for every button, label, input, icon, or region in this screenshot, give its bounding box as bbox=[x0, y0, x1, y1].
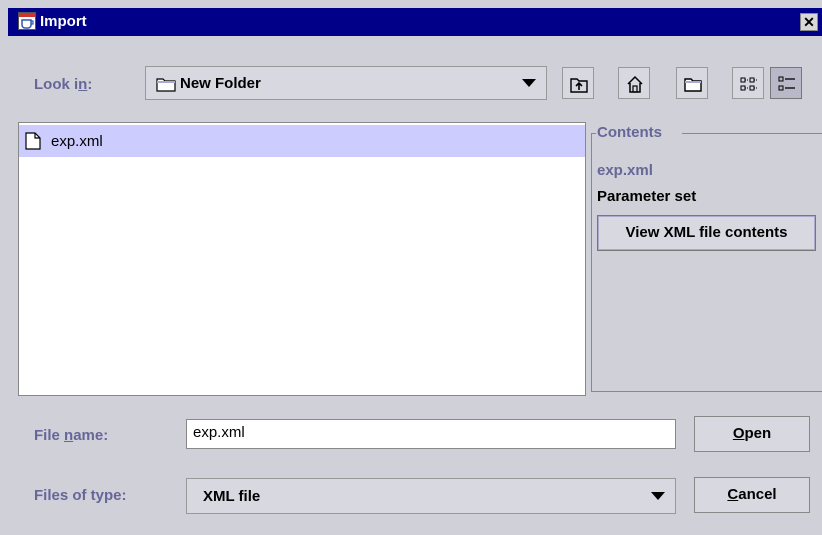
files-of-type-combo[interactable]: XML file bbox=[186, 478, 676, 514]
look-in-value: New Folder bbox=[180, 75, 261, 92]
new-folder-button[interactable] bbox=[676, 67, 708, 99]
details-view-button[interactable] bbox=[770, 67, 802, 99]
home-button[interactable] bbox=[618, 67, 650, 99]
file-list[interactable]: exp.xml bbox=[18, 122, 586, 396]
up-one-level-icon bbox=[570, 78, 588, 93]
close-button[interactable]: ✕ bbox=[800, 13, 818, 31]
java-cup-icon bbox=[18, 12, 36, 30]
view-xml-button[interactable]: View XML file contents bbox=[597, 215, 816, 251]
list-view-icon bbox=[740, 77, 757, 91]
contents-title: Contents bbox=[597, 124, 662, 141]
chevron-down-icon bbox=[522, 79, 536, 87]
files-of-type-value: XML file bbox=[203, 488, 261, 505]
contents-border-left bbox=[591, 133, 592, 391]
list-item[interactable]: exp.xml bbox=[19, 125, 585, 157]
file-icon bbox=[25, 132, 41, 150]
open-button[interactable]: Open bbox=[694, 416, 810, 452]
up-one-level-button[interactable] bbox=[562, 67, 594, 99]
details-view-icon bbox=[778, 76, 795, 91]
file-name-label: File name: bbox=[34, 427, 109, 444]
look-in-label: Look in: bbox=[34, 76, 93, 93]
title-bar: Import ✕ bbox=[8, 8, 822, 36]
list-view-button[interactable] bbox=[732, 67, 764, 99]
window-title: Import bbox=[40, 13, 87, 30]
contents-file-name: exp.xml bbox=[597, 162, 653, 179]
cancel-button[interactable]: Cancel bbox=[694, 477, 810, 513]
new-folder-icon bbox=[684, 78, 702, 92]
look-in-combo[interactable]: New Folder bbox=[145, 66, 547, 100]
contents-border-top bbox=[682, 133, 822, 134]
contents-file-type: Parameter set bbox=[597, 188, 697, 205]
contents-border-bottom bbox=[591, 391, 822, 392]
home-icon bbox=[627, 75, 643, 93]
files-of-type-label: Files of type: bbox=[34, 487, 127, 504]
close-icon: ✕ bbox=[803, 14, 815, 30]
folder-icon bbox=[156, 78, 176, 92]
file-name-text: exp.xml bbox=[51, 133, 103, 150]
file-name-field[interactable]: exp.xml bbox=[186, 419, 676, 449]
chevron-down-icon bbox=[651, 492, 665, 500]
